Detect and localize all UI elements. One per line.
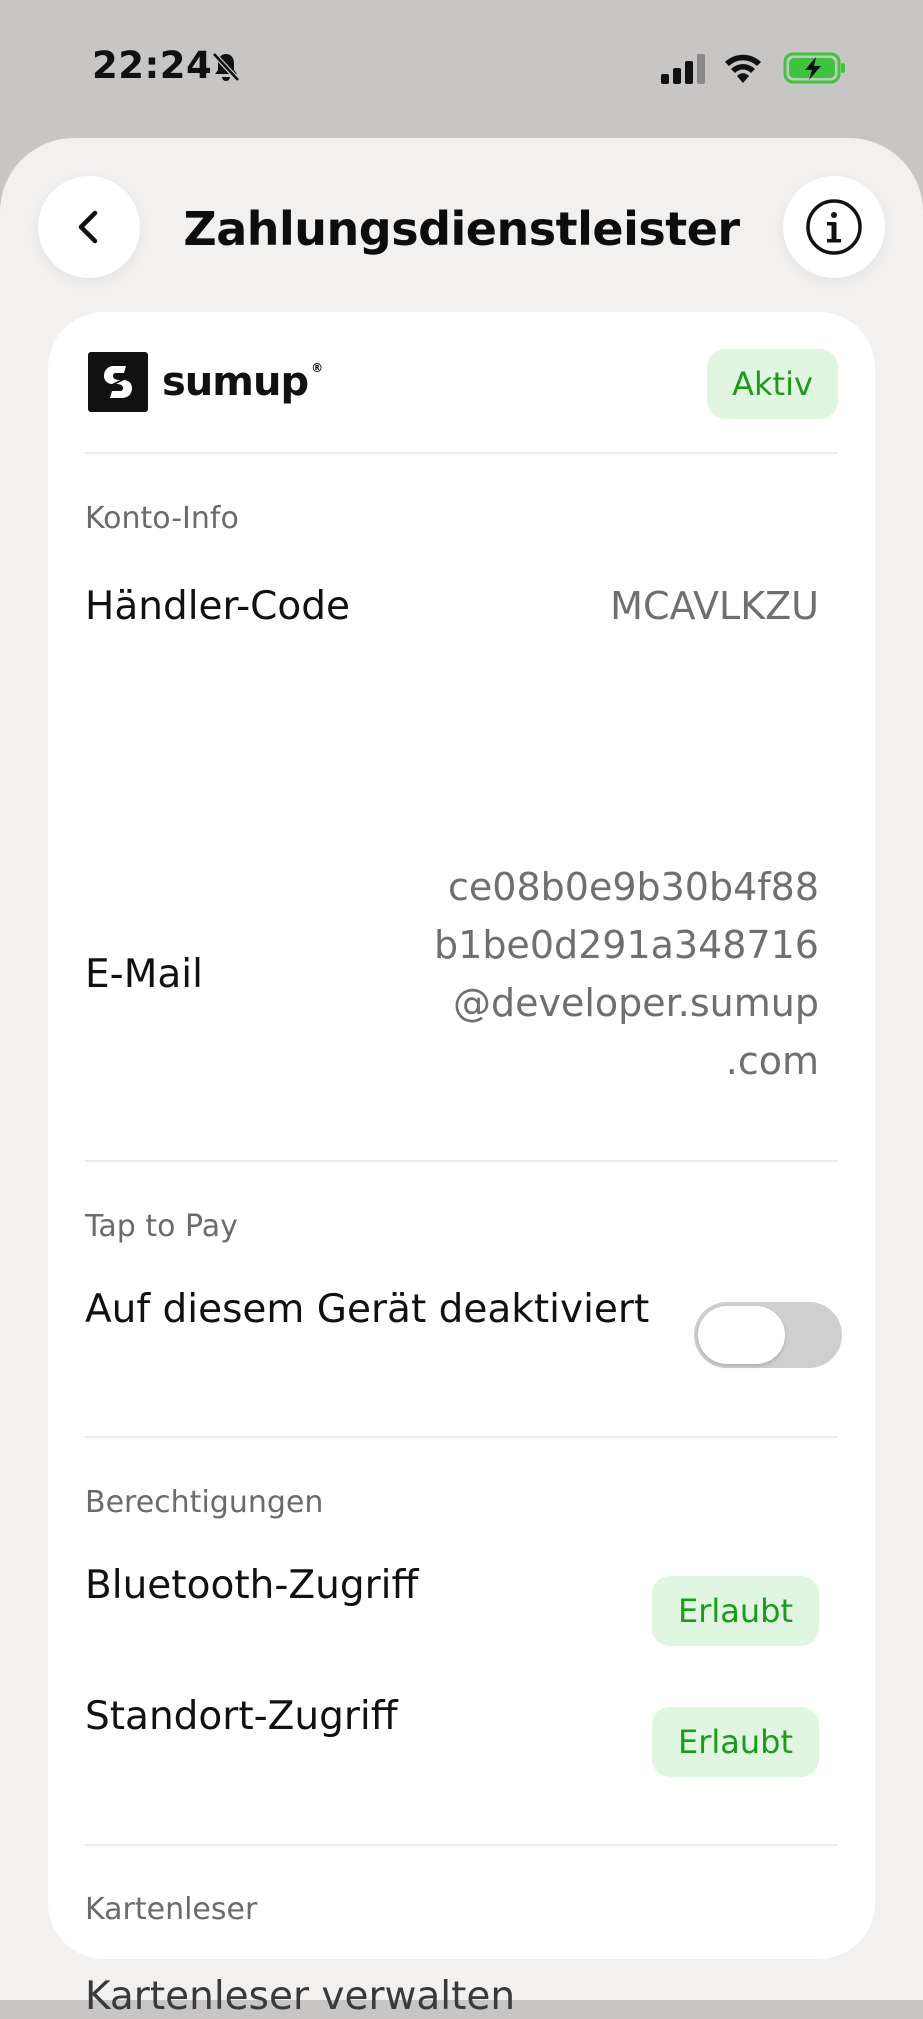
permission-location-label: Standort-Zugriff [85,1694,398,1739]
payment-provider-sheet: Zahlungsdienstleister sumup ® Aktiv Konto… [0,138,923,2019]
info-icon [806,199,862,255]
merchant-code-value: MCAVLKZU [610,584,819,628]
divider [85,1844,838,1846]
permission-bluetooth-label: Bluetooth-Zugriff [85,1563,419,1608]
manage-card-reader-link[interactable]: Kartenleser verwalten [85,1974,515,2019]
status-bar: 22:24 [0,0,923,138]
divider [85,452,838,454]
wifi-icon [725,54,761,83]
page-title: Zahlungsdienstleister [183,202,740,256]
tap-to-pay-toggle[interactable] [694,1302,842,1368]
sumup-logo: sumup ® [88,352,323,412]
status-badge: Aktiv [707,349,838,419]
chevron-left-icon [78,210,98,244]
status-time: 22:24 [92,44,213,87]
sumup-logo-mark [88,352,148,412]
permission-bluetooth-badge: Erlaubt [652,1576,819,1646]
section-label-card-reader: Kartenleser [85,1892,258,1927]
email-value: ce08b0e9b30b4f88 b1be0d291a348716 @devel… [434,865,819,1083]
divider [85,1436,838,1438]
section-label-permissions: Berechtigungen [85,1485,324,1520]
permission-location-badge: Erlaubt [652,1707,819,1777]
tap-to-pay-toggle-label: Auf diesem Gerät deaktiviert [85,1287,650,1332]
section-label-tap-to-pay: Tap to Pay [85,1209,238,1244]
email-label: E-Mail [85,952,203,997]
sumup-s-icon [104,366,132,398]
cellular-signal-icon [661,54,705,84]
sumup-logo-text: sumup ® [162,359,323,405]
merchant-code-label: Händler-Code [85,584,350,629]
info-button[interactable] [783,176,885,278]
toggle-knob [698,1306,785,1364]
battery-charging-icon [783,52,845,84]
section-label-account-info: Konto-Info [85,501,239,536]
provider-card: sumup ® Aktiv Konto-Info Händler-Code MCA… [48,312,875,2019]
bell-slash-icon [212,52,240,82]
back-button[interactable] [38,176,140,278]
divider [85,1160,838,1162]
